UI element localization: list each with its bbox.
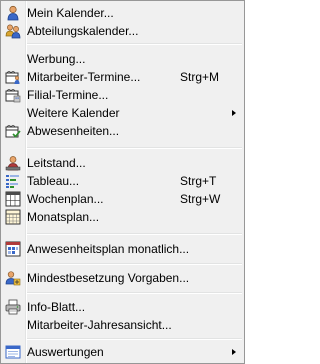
menu-item-abwesenheiten[interactable]: Abwesenheiten... [3,122,242,140]
menu-item-abteilungskalender[interactable]: Abteilungskalender... [3,22,242,40]
menu-item-wochenplan[interactable]: Wochenplan... Strg+W [3,190,242,208]
submenu-arrow-icon [232,349,236,355]
menu-item-weitere-kalender[interactable]: Weitere Kalender [3,104,242,122]
menu-item-label: Mitarbeiter-Jahresansicht... [27,318,172,332]
menu-separator [27,338,242,340]
week-plan-icon [5,191,21,207]
calendar-check-icon [5,123,21,139]
menu-item-auswertungen[interactable]: Auswertungen [3,343,242,361]
menu-item-label: Filial-Termine... [27,88,109,102]
menu-item-label: Tableau... [27,174,80,188]
reports-icon [5,344,21,360]
menu-item-label: Info-Blatt... [27,300,86,314]
printer-icon [5,299,21,315]
menu-item-tableau[interactable]: Tableau... Strg+T [3,172,242,190]
menu-item-label: Auswertungen [27,345,104,359]
menu-item-shortcut: Strg+T [180,174,217,188]
attendance-plan-icon [5,241,21,257]
menu-item-mindestbesetzung-vorgaben[interactable]: Mindestbesetzung Vorgaben... [3,269,242,287]
calendar-building-icon [5,87,21,103]
menu-item-mitarbeiter-termine[interactable]: Mitarbeiter-Termine... Strg+M [3,68,242,86]
menu-item-shortcut: Strg+W [180,192,221,206]
month-plan-icon [5,209,21,225]
submenu-arrow-icon [232,110,236,116]
menu-item-label: Werbung... [27,52,86,66]
menu-item-label: Wochenplan... [27,192,104,206]
calendar-person-icon [5,69,21,85]
context-menu: Mein Kalender... Abteilungskalender... W… [0,0,245,364]
menu-item-info-blatt[interactable]: Info-Blatt... [3,298,242,316]
tableau-icon [5,173,21,189]
menu-item-label: Mitarbeiter-Termine... [27,70,141,84]
menu-item-label: Abwesenheiten... [27,124,120,138]
menu-item-filial-termine[interactable]: Filial-Termine... [3,86,242,104]
group-icon [5,23,21,39]
menu-item-label: Monatsplan... [27,210,100,224]
menu-item-leitstand[interactable]: Leitstand... [3,154,242,172]
menu-item-label: Weitere Kalender [27,106,120,120]
menu-item-label: Mein Kalender... [27,6,114,20]
staffing-icon [5,270,21,286]
menu-separator [27,292,242,294]
menu-item-shortcut: Strg+M [180,70,220,84]
menu-item-label: Anwesenheitsplan monatlich... [27,242,190,256]
menu-separator [27,263,242,265]
menu-item-anwesenheitsplan-monatlich[interactable]: Anwesenheitsplan monatlich... [3,240,242,258]
menu-separator [27,43,242,45]
menu-item-mein-kalender[interactable]: Mein Kalender... [3,4,242,22]
person-icon [5,5,21,21]
menu-item-label: Abteilungskalender... [27,24,139,38]
menu-separator [27,233,242,235]
menu-separator [27,147,242,149]
menu-item-mitarbeiter-jahresansicht[interactable]: Mitarbeiter-Jahresansicht... [3,316,242,334]
menu-item-monatsplan[interactable]: Monatsplan... [3,208,242,226]
menu-item-label: Mindestbesetzung Vorgaben... [27,271,190,285]
operator-icon [5,155,21,171]
menu-item-label: Leitstand... [27,156,86,170]
menu-item-werbung[interactable]: Werbung... [3,50,242,68]
